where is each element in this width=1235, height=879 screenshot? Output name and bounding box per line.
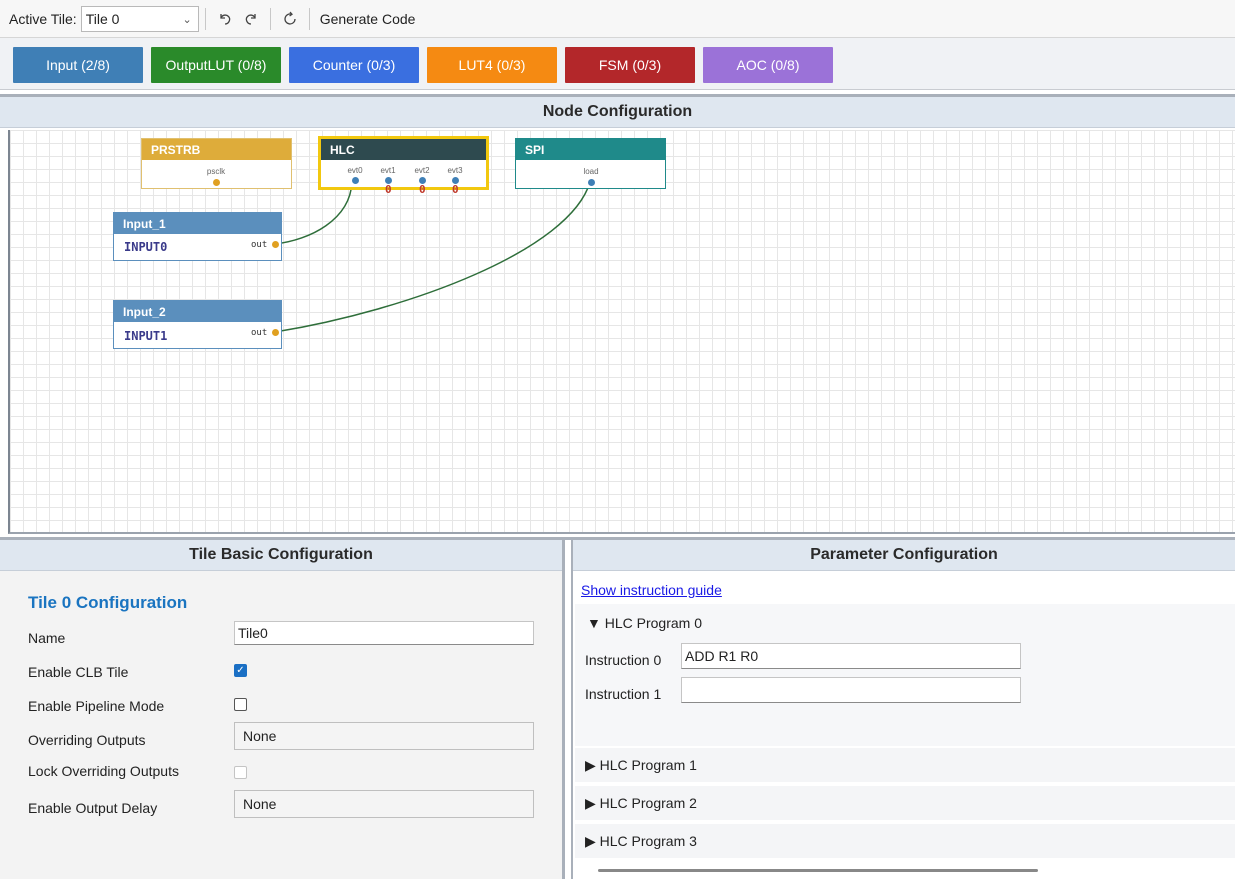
toolbar-divider xyxy=(269,7,271,30)
add-counter-button[interactable]: Counter (0/3) xyxy=(289,47,419,83)
node-input-2-out-port[interactable] xyxy=(272,329,279,336)
instruction-1-label: Instruction 1 xyxy=(585,686,662,702)
hlc-program-0-section: ▼ HLC Program 0 Instruction 0 ADD R1 R0 … xyxy=(575,604,1235,746)
node-input-2[interactable]: Input_2 INPUT1 out xyxy=(113,300,282,349)
node-spi[interactable]: SPI load xyxy=(515,138,666,189)
port-load[interactable] xyxy=(588,179,595,186)
instruction-guide-link[interactable]: Show instruction guide xyxy=(581,582,722,598)
toolbar: Active Tile: Tile 0 ⌄ Generate Code xyxy=(0,0,1235,38)
output-delay-select[interactable]: None xyxy=(234,790,534,818)
parameter-configuration-panel: Parameter Configuration Show instruction… xyxy=(571,540,1235,879)
parameter-configuration-title: Parameter Configuration xyxy=(573,540,1235,571)
generate-code-button[interactable]: Generate Code xyxy=(316,11,420,27)
node-input-1-value: INPUT0 xyxy=(124,240,168,254)
hlc-program-1-toggle[interactable]: ▶ HLC Program 1 xyxy=(575,748,1235,782)
undo-icon[interactable] xyxy=(214,8,236,30)
add-outputlut-button[interactable]: OutputLUT (0/8) xyxy=(151,47,281,83)
node-palette: Input (2/8) OutputLUT (0/8) Counter (0/3… xyxy=(0,38,1235,90)
active-tile-select[interactable]: Tile 0 ⌄ xyxy=(80,5,199,32)
refresh-icon[interactable] xyxy=(279,8,301,30)
bottom-panels: Tile Basic Configuration Tile 0 Configur… xyxy=(0,537,1235,879)
node-input-2-value: INPUT1 xyxy=(124,329,168,343)
pipeline-mode-checkbox[interactable] xyxy=(234,698,247,711)
node-configuration-panel: Node Configuration PRSTRB psclk HLC evt0… xyxy=(0,94,1235,534)
lock-overriding-outputs-checkbox[interactable] xyxy=(234,766,247,779)
node-prstrb[interactable]: PRSTRB psclk xyxy=(141,138,292,189)
lock-overriding-outputs-label: Lock Overriding Outputs xyxy=(28,763,179,779)
overriding-outputs-label: Overriding Outputs xyxy=(28,732,146,748)
port-evt0[interactable] xyxy=(352,177,359,184)
wire-input1-hlc-evt0 xyxy=(274,181,353,245)
instruction-0-label: Instruction 0 xyxy=(585,652,662,668)
toolbar-divider xyxy=(308,7,310,30)
enable-clb-label: Enable CLB Tile xyxy=(28,664,129,680)
node-spi-title: SPI xyxy=(516,139,665,160)
add-lut4-button[interactable]: LUT4 (0/3) xyxy=(427,47,557,83)
wire-input2-spi-load xyxy=(274,181,591,333)
tile-configuration-heading: Tile 0 Configuration xyxy=(28,593,188,612)
node-canvas[interactable]: PRSTRB psclk HLC evt0 evt1 evt2 evt3 0 0… xyxy=(8,130,1235,534)
enable-clb-checkbox[interactable]: ✓ xyxy=(234,664,247,677)
node-hlc[interactable]: HLC evt0 evt1 evt2 evt3 0 0 0 xyxy=(318,136,489,196)
port-load-label: load xyxy=(583,167,599,176)
tile-basic-configuration-title: Tile Basic Configuration xyxy=(0,540,562,571)
node-input-1-title: Input_1 xyxy=(114,213,281,234)
node-input-1-out-port[interactable] xyxy=(272,241,279,248)
add-aoc-button[interactable]: AOC (0/8) xyxy=(703,47,833,83)
instruction-1-input[interactable] xyxy=(681,677,1021,703)
output-delay-label: Enable Output Delay xyxy=(28,800,158,816)
node-configuration-title: Node Configuration xyxy=(0,97,1235,128)
name-input[interactable]: Tile0 xyxy=(234,621,534,645)
evt3-value: 0 xyxy=(452,183,459,196)
node-input-2-title: Input_2 xyxy=(114,301,281,322)
node-prstrb-title: PRSTRB xyxy=(142,139,291,160)
port-psclk[interactable] xyxy=(213,179,220,186)
evt1-value: 0 xyxy=(385,183,392,196)
active-tile-value: Tile 0 xyxy=(85,10,120,27)
node-input-2-out-label: out xyxy=(251,328,268,338)
node-input-1-out-label: out xyxy=(251,240,268,250)
chevron-down-icon: ⌄ xyxy=(182,13,192,26)
pipeline-mode-label: Enable Pipeline Mode xyxy=(28,698,165,714)
port-psclk-label: psclk xyxy=(206,167,226,176)
hlc-program-0-toggle[interactable]: ▼ HLC Program 0 xyxy=(587,615,702,631)
hlc-program-3-toggle[interactable]: ▶ HLC Program 3 xyxy=(575,824,1235,858)
instruction-0-input[interactable]: ADD R1 R0 xyxy=(681,643,1021,669)
add-fsm-button[interactable]: FSM (0/3) xyxy=(565,47,695,83)
hlc-program-2-toggle[interactable]: ▶ HLC Program 2 xyxy=(575,786,1235,820)
node-hlc-title: HLC xyxy=(321,139,486,160)
name-label: Name xyxy=(28,630,66,646)
active-tile-label: Active Tile: xyxy=(9,10,77,27)
evt2-value: 0 xyxy=(419,183,426,196)
port-evt3-label: evt3 xyxy=(447,166,463,175)
redo-icon[interactable] xyxy=(240,8,262,30)
overriding-outputs-select[interactable]: None xyxy=(234,722,534,750)
toolbar-divider xyxy=(204,7,206,30)
horizontal-scrollbar[interactable] xyxy=(598,869,1038,872)
tile-basic-configuration-panel: Tile Basic Configuration Tile 0 Configur… xyxy=(0,540,565,879)
node-input-1[interactable]: Input_1 INPUT0 out xyxy=(113,212,282,261)
add-input-button[interactable]: Input (2/8) xyxy=(13,47,143,83)
